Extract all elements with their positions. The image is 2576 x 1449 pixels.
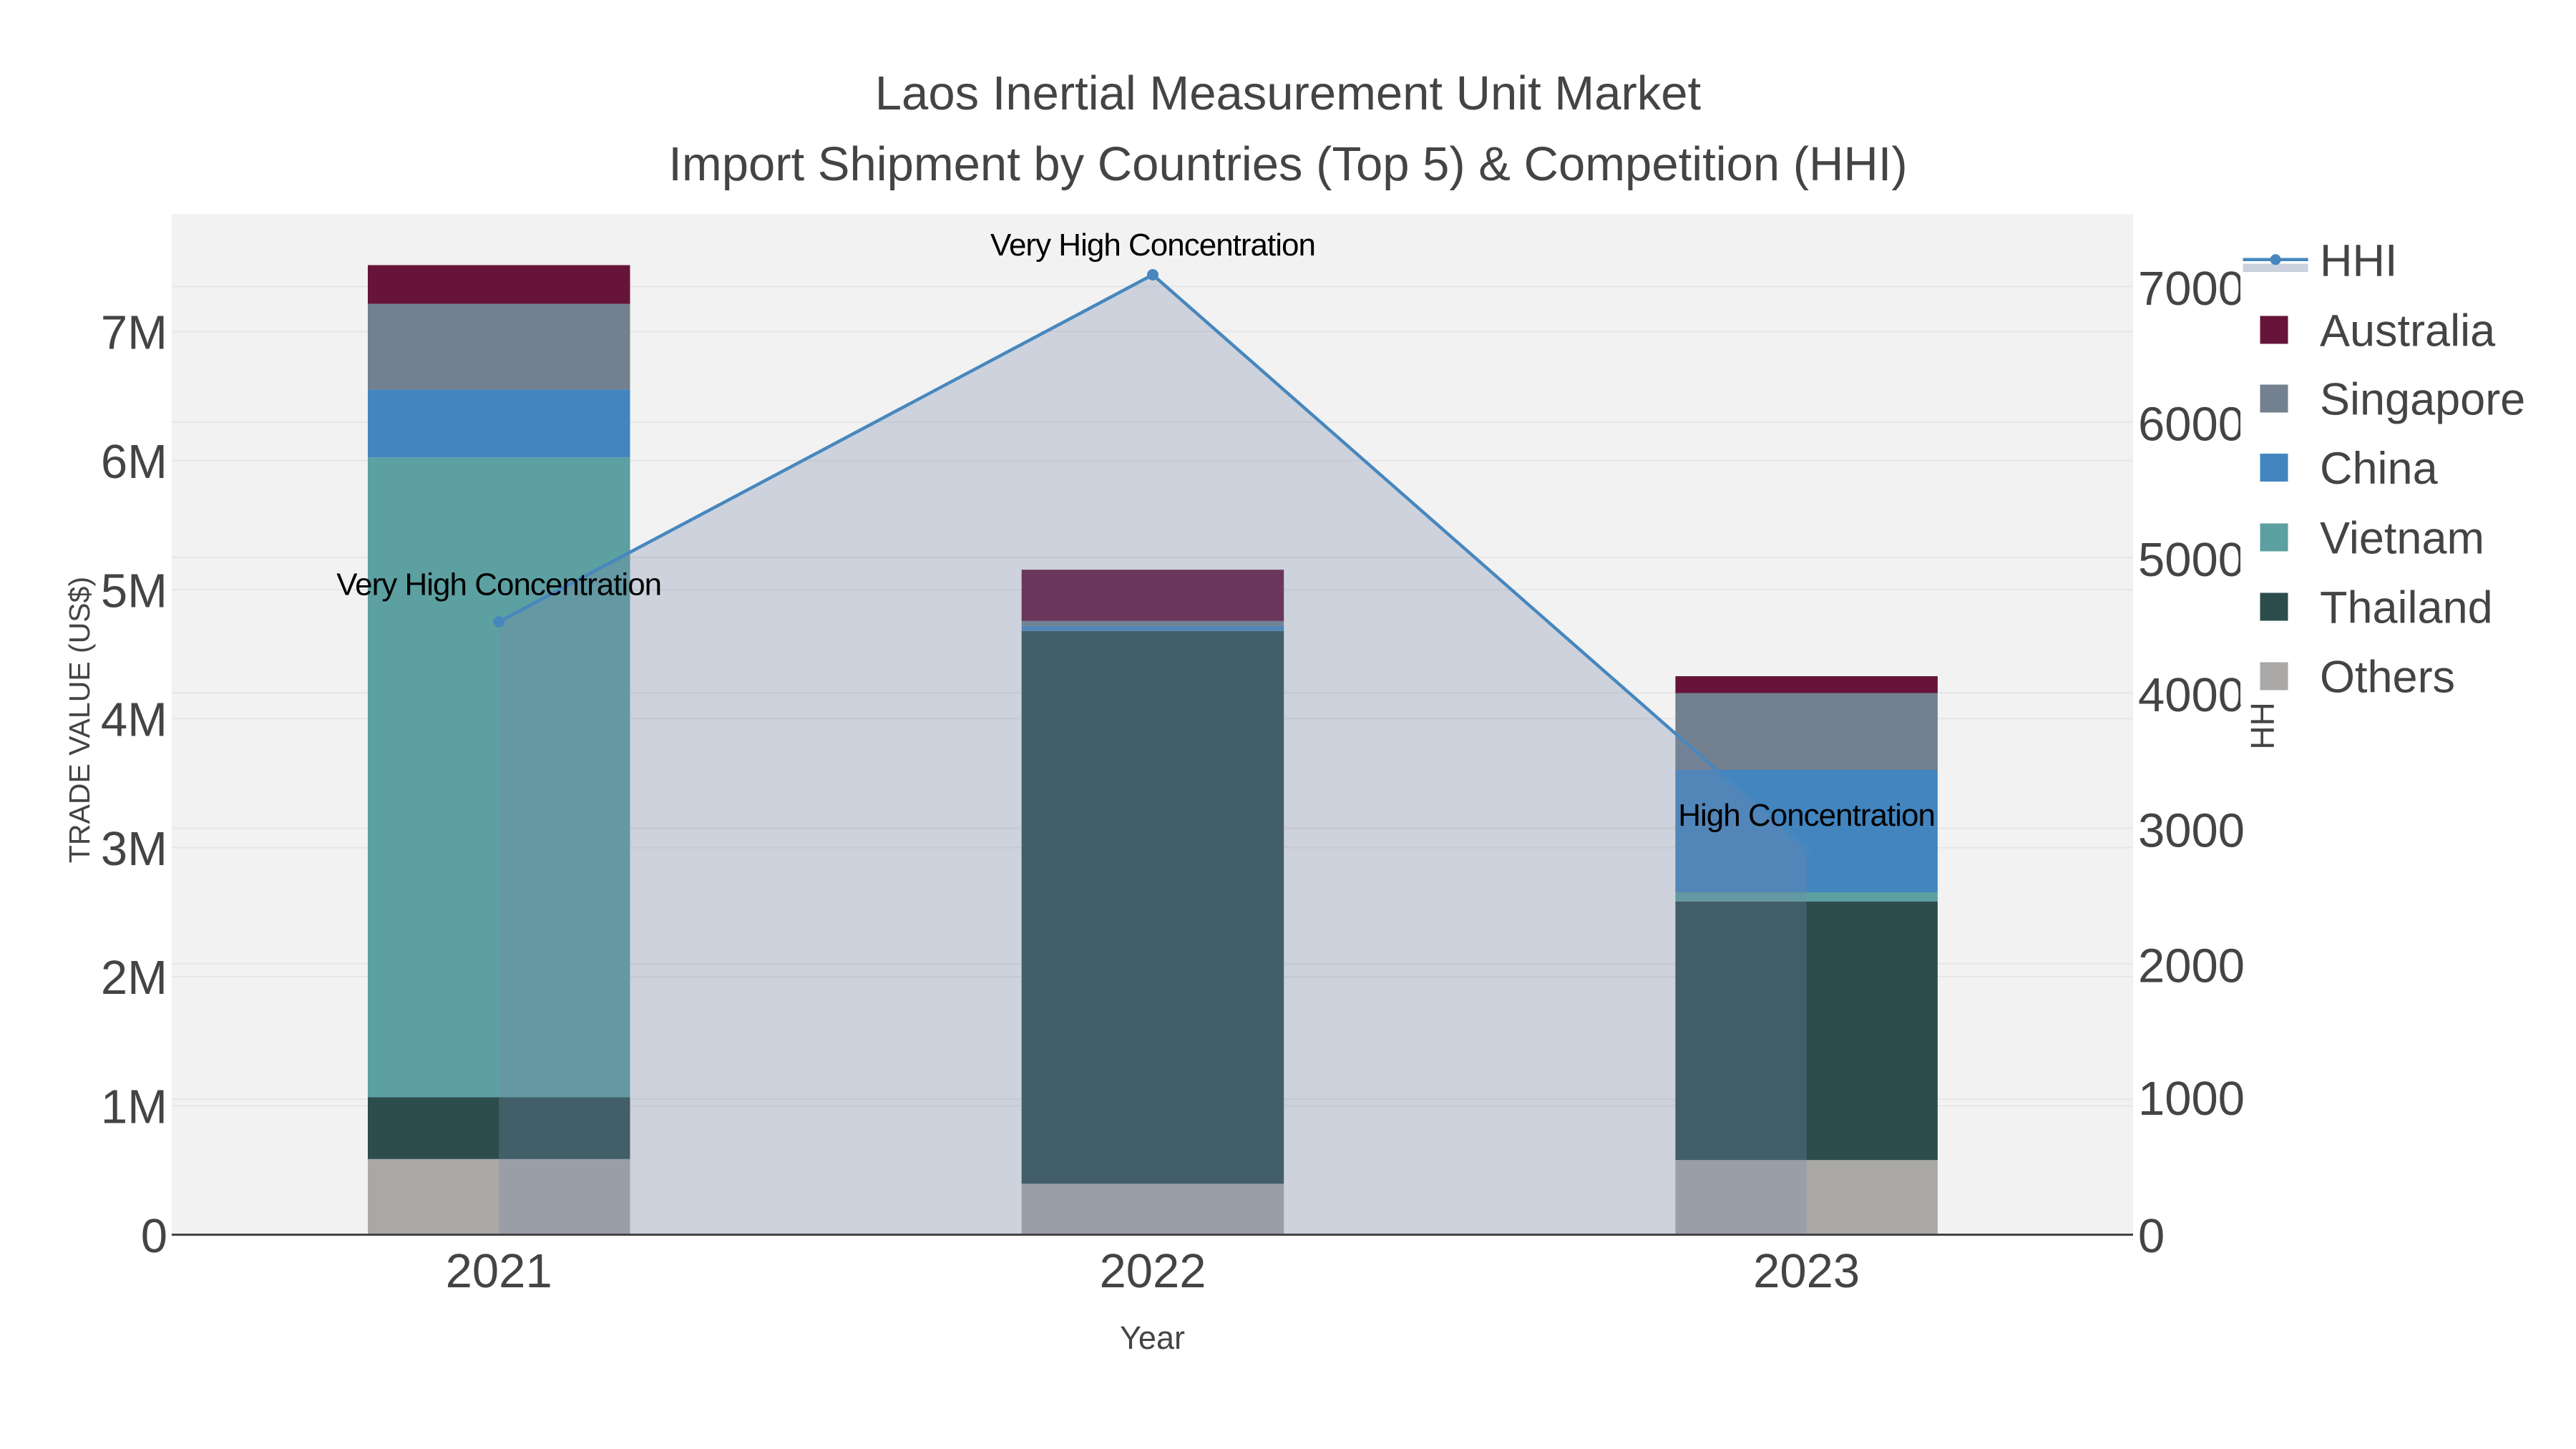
svg-text:3M: 3M	[101, 822, 167, 876]
svg-text:6M: 6M	[101, 435, 167, 489]
svg-text:Very High Concentration: Very High Concentration	[336, 567, 661, 602]
svg-text:2023: 2023	[1753, 1244, 1860, 1298]
svg-text:Thailand: Thailand	[2320, 583, 2493, 633]
svg-text:Australia: Australia	[2320, 306, 2496, 356]
svg-text:2000: 2000	[2138, 940, 2245, 993]
svg-text:7M: 7M	[101, 306, 167, 360]
svg-text:HHI: HHI	[2320, 236, 2398, 286]
svg-text:2M: 2M	[101, 951, 167, 1005]
svg-text:1M: 1M	[101, 1080, 167, 1134]
svg-text:4000: 4000	[2138, 668, 2245, 722]
svg-text:Laos Inertial Measurement Unit: Laos Inertial Measurement Unit Market	[875, 67, 1702, 120]
svg-text:6000: 6000	[2138, 398, 2245, 452]
svg-text:4M: 4M	[101, 693, 167, 747]
svg-text:0: 0	[141, 1209, 167, 1263]
svg-text:0: 0	[2138, 1209, 2165, 1263]
svg-text:Others: Others	[2320, 653, 2455, 703]
svg-text:Import Shipment by Countries (: Import Shipment by Countries (Top 5) & C…	[668, 137, 1907, 191]
svg-text:1000: 1000	[2138, 1072, 2245, 1126]
svg-text:TRADE VALUE (US$): TRADE VALUE (US$)	[63, 577, 96, 863]
svg-text:5000: 5000	[2138, 533, 2245, 587]
svg-text:Year: Year	[1120, 1319, 1185, 1356]
svg-text:Singapore: Singapore	[2320, 375, 2525, 425]
svg-text:5M: 5M	[101, 564, 167, 618]
svg-text:2021: 2021	[446, 1244, 552, 1298]
svg-text:High Concentration: High Concentration	[1678, 798, 1935, 833]
svg-text:7000: 7000	[2138, 262, 2245, 316]
svg-text:Vietnam: Vietnam	[2320, 514, 2484, 564]
svg-text:China: China	[2320, 444, 2439, 494]
svg-text:3000: 3000	[2138, 804, 2245, 857]
svg-text:Very High Concentration: Very High Concentration	[990, 228, 1315, 263]
svg-text:2022: 2022	[1099, 1244, 1206, 1298]
